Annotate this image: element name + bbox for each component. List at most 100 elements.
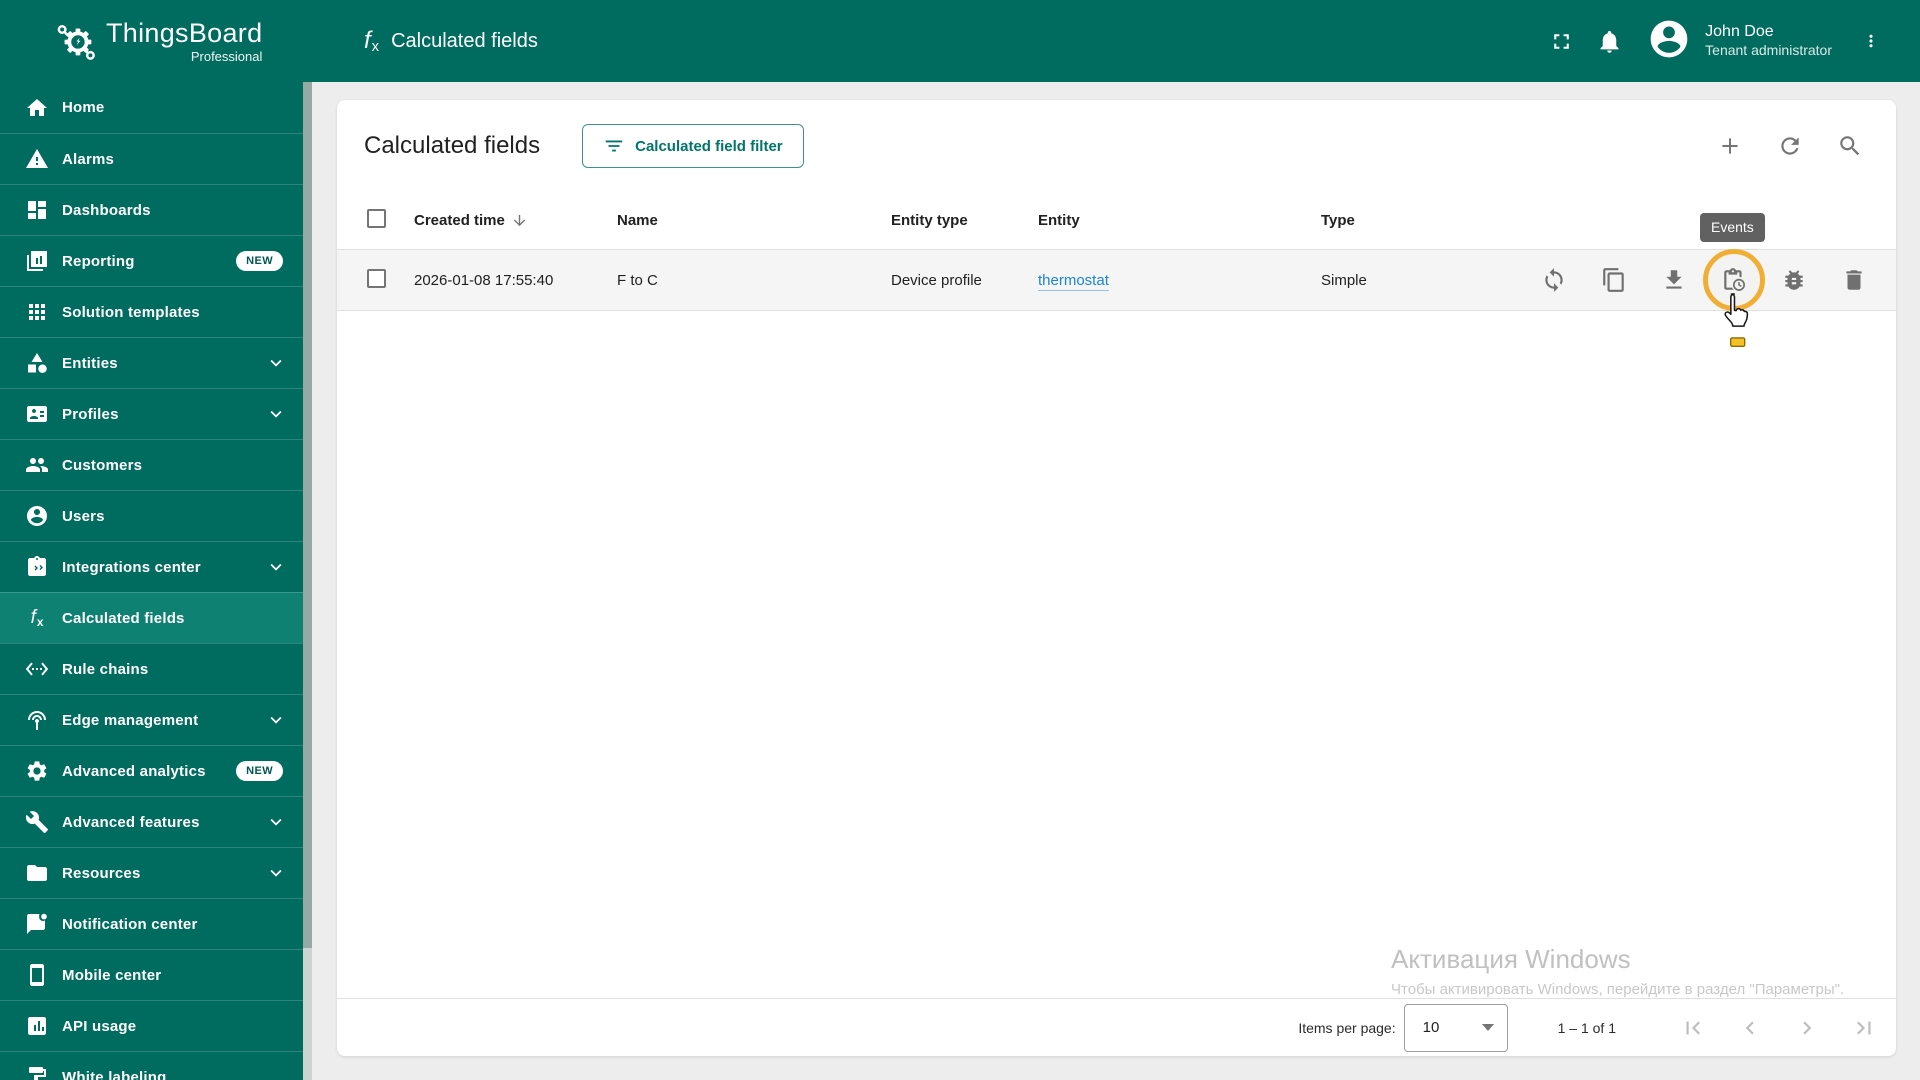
user-avatar[interactable] bbox=[1647, 17, 1691, 66]
brand-name: ThingsBoard bbox=[106, 17, 263, 48]
items-per-page-select[interactable]: 10 bbox=[1403, 1003, 1508, 1052]
fullscreen-button[interactable] bbox=[1537, 17, 1585, 65]
profiles-icon bbox=[25, 402, 49, 426]
table-row[interactable]: 2026-01-08 17:55:40 F to C Device profil… bbox=[337, 250, 1896, 311]
download-icon bbox=[1661, 267, 1687, 293]
search-button[interactable] bbox=[1830, 126, 1870, 166]
sidebar-item-white-labeling[interactable]: White labeling bbox=[0, 1051, 303, 1080]
sidebar-item-rule-chains[interactable]: Rule chains bbox=[0, 643, 303, 694]
column-header-type[interactable]: Type bbox=[1321, 212, 1517, 229]
copy-icon bbox=[1601, 267, 1627, 293]
edge-management-icon bbox=[25, 708, 49, 732]
reprocess-icon bbox=[1541, 267, 1567, 293]
sidebar-item-label: API usage bbox=[62, 1017, 137, 1035]
first-page-icon bbox=[1686, 1021, 1700, 1034]
sidebar-item-label: Mobile center bbox=[62, 966, 162, 984]
sidebar-item-reporting[interactable]: Reporting NEW bbox=[0, 235, 303, 286]
sidebar-item-advanced-analytics[interactable]: Advanced analytics NEW bbox=[0, 745, 303, 796]
calculated-field-filter-button[interactable]: Calculated field filter bbox=[582, 124, 804, 168]
refresh-icon bbox=[1781, 137, 1799, 155]
thingsboard-logo[interactable]: ThingsBoard Professional bbox=[0, 18, 312, 64]
users-icon bbox=[25, 504, 49, 528]
sidebar-item-label: Resources bbox=[62, 864, 141, 882]
gear-logo-icon bbox=[57, 24, 95, 60]
sidebar-item-calculated-fields[interactable]: fx Calculated fields bbox=[0, 592, 303, 643]
page-header-title: Calculated fields bbox=[391, 29, 538, 52]
new-badge: NEW bbox=[236, 251, 283, 271]
notification-center-icon bbox=[25, 912, 49, 936]
sidebar-item-resources[interactable]: Resources bbox=[0, 847, 303, 898]
page-title: Calculated fields bbox=[364, 132, 541, 159]
sidebar-item-label: Dashboards bbox=[62, 201, 151, 219]
sidebar-item-profiles[interactable]: Profiles bbox=[0, 388, 303, 439]
sidebar-item-label: White labeling bbox=[62, 1068, 167, 1080]
white-labeling-icon bbox=[25, 1065, 49, 1080]
sidebar-item-mobile-center[interactable]: Mobile center bbox=[0, 949, 303, 1000]
sidebar-item-label: Profiles bbox=[62, 405, 119, 423]
sidebar-item-integrations-center[interactable]: Integrations center bbox=[0, 541, 303, 592]
chevron-down-icon bbox=[265, 709, 287, 731]
entity-link[interactable]: thermostat bbox=[1038, 271, 1109, 291]
first-page-button[interactable] bbox=[1673, 1008, 1713, 1048]
row-checkbox[interactable] bbox=[367, 268, 386, 288]
chevron-down-icon bbox=[265, 811, 287, 833]
sidebar-item-home[interactable]: Home bbox=[0, 82, 303, 133]
sidebar-scrollbar-thumb[interactable] bbox=[303, 82, 312, 948]
sidebar-item-alarms[interactable]: Alarms bbox=[0, 133, 303, 184]
debug-action-button[interactable] bbox=[1774, 260, 1814, 300]
calculated-fields-card: Calculated fields Calculated field filte… bbox=[337, 100, 1896, 1056]
events-action-button[interactable] bbox=[1714, 260, 1754, 300]
brand-edition: Professional bbox=[190, 48, 263, 64]
sidebar-item-label: Rule chains bbox=[62, 660, 149, 678]
sidebar-item-entities[interactable]: Entities bbox=[0, 337, 303, 388]
sidebar-item-label: Alarms bbox=[62, 150, 115, 168]
sidebar-item-label: Calculated fields bbox=[62, 609, 185, 627]
column-header-created-time[interactable]: Created time bbox=[414, 212, 617, 229]
filter-button-label: Calculated field filter bbox=[635, 137, 783, 155]
previous-page-button[interactable] bbox=[1730, 1008, 1770, 1048]
sidebar-item-label: Advanced analytics bbox=[62, 762, 206, 780]
filter-icon bbox=[605, 140, 623, 152]
last-page-button[interactable] bbox=[1844, 1008, 1884, 1048]
download-action-button[interactable] bbox=[1654, 260, 1694, 300]
sidebar-item-api-usage[interactable]: API usage bbox=[0, 1000, 303, 1051]
refresh-button[interactable] bbox=[1770, 126, 1810, 166]
sidebar-item-notification-center[interactable]: Notification center bbox=[0, 898, 303, 949]
customers-icon bbox=[25, 453, 49, 477]
next-page-button[interactable] bbox=[1787, 1008, 1827, 1048]
avatar-icon bbox=[1650, 20, 1688, 57]
notifications-button[interactable] bbox=[1585, 17, 1633, 65]
column-header-entity[interactable]: Entity bbox=[1038, 212, 1321, 229]
chevron-down-icon bbox=[265, 352, 287, 374]
copy-action-button[interactable] bbox=[1594, 260, 1634, 300]
search-icon bbox=[1840, 136, 1860, 156]
add-calculated-field-button[interactable] bbox=[1710, 126, 1750, 166]
sidebar-item-users[interactable]: Users bbox=[0, 490, 303, 541]
delete-action-button[interactable] bbox=[1834, 260, 1874, 300]
sidebar-item-edge-management[interactable]: Edge management bbox=[0, 694, 303, 745]
advanced-features-icon bbox=[25, 810, 49, 834]
bell-icon bbox=[1600, 30, 1619, 53]
column-header-name[interactable]: Name bbox=[617, 212, 891, 229]
sidebar-scrollbar[interactable] bbox=[303, 82, 312, 1080]
sidebar-item-label: Customers bbox=[62, 456, 143, 474]
sidebar-item-label: Solution templates bbox=[62, 303, 200, 321]
home-icon bbox=[25, 96, 49, 120]
api-usage-icon bbox=[25, 1014, 49, 1038]
sidebar-item-label: Notification center bbox=[62, 915, 198, 933]
sidebar-item-dashboards[interactable]: Dashboards bbox=[0, 184, 303, 235]
advanced-analytics-icon bbox=[25, 759, 49, 783]
select-all-checkbox[interactable] bbox=[367, 209, 386, 228]
sidebar-item-customers[interactable]: Customers bbox=[0, 439, 303, 490]
dashboards-icon bbox=[25, 198, 49, 222]
new-badge: NEW bbox=[236, 761, 283, 781]
select-caret-icon bbox=[1481, 1024, 1494, 1031]
sidebar-item-advanced-features[interactable]: Advanced features bbox=[0, 796, 303, 847]
debug-icon bbox=[1781, 267, 1807, 293]
sidebar-item-solution-templates[interactable]: Solution templates bbox=[0, 286, 303, 337]
row-type: Simple bbox=[1321, 271, 1367, 289]
user-menu[interactable]: John Doe Tenant administrator bbox=[1705, 22, 1832, 60]
more-menu-button[interactable] bbox=[1858, 17, 1884, 65]
column-header-entity-type[interactable]: Entity type bbox=[891, 212, 1038, 229]
reprocess-action-button[interactable] bbox=[1534, 260, 1574, 300]
